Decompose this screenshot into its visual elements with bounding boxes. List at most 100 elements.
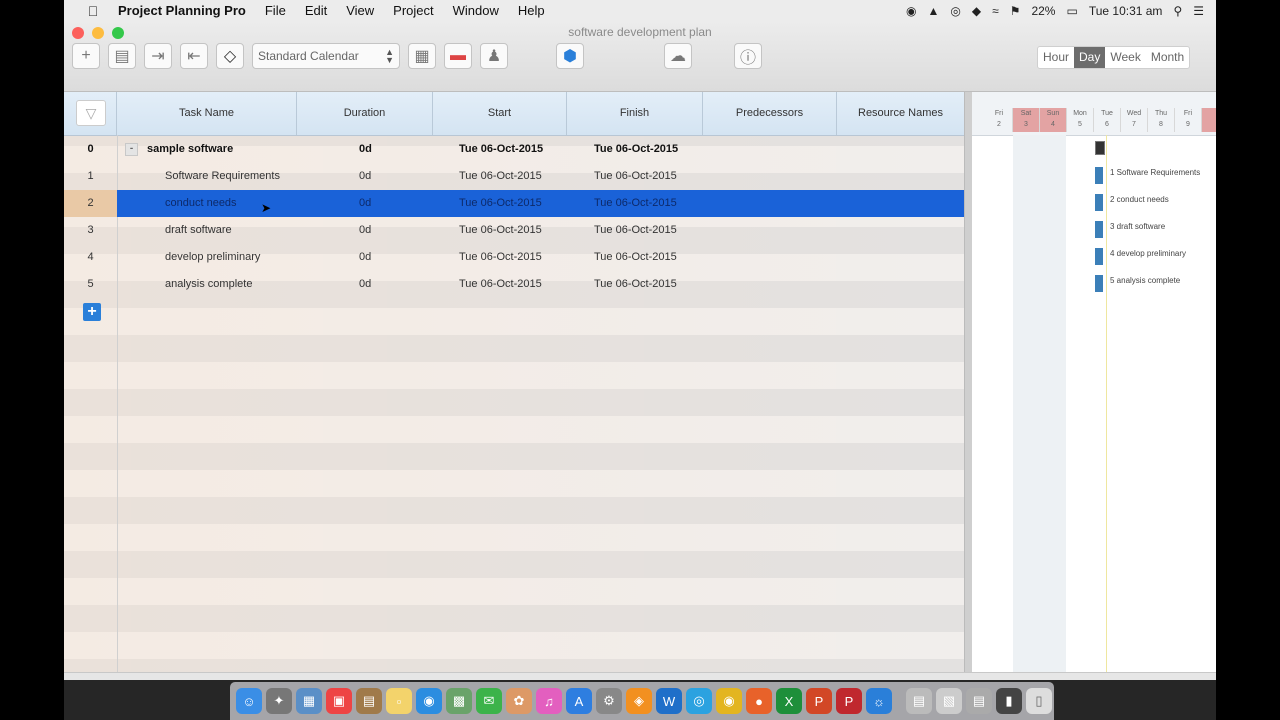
task-start[interactable]: Tue 06-Oct-2015	[459, 271, 542, 298]
col-duration[interactable]: Duration	[297, 92, 433, 135]
project-planning-pro-icon[interactable]: P	[836, 688, 862, 714]
powerpoint-icon[interactable]: P	[806, 688, 832, 714]
wifi-icon[interactable]: ≈	[992, 4, 999, 18]
task-finish[interactable]: Tue 06-Oct-2015	[594, 217, 677, 244]
excel-icon[interactable]: X	[776, 688, 802, 714]
record-icon[interactable]: ◎	[950, 4, 960, 18]
task-name[interactable]: Software Requirements	[165, 163, 280, 190]
gantt-bar[interactable]	[1095, 167, 1103, 184]
task-finish[interactable]: Tue 06-Oct-2015	[594, 190, 677, 217]
task-duration[interactable]: 0d	[359, 136, 372, 163]
table-row[interactable]: 1 Software Requirements 0d Tue 06-Oct-20…	[64, 163, 964, 190]
collapse-icon[interactable]: -	[125, 143, 138, 156]
task-finish[interactable]: Tue 06-Oct-2015	[594, 163, 677, 190]
menu-project[interactable]: Project	[393, 3, 433, 18]
task-name[interactable]: develop preliminary	[165, 244, 260, 271]
chrome-icon[interactable]: ◉	[716, 688, 742, 714]
vpn-icon[interactable]: ◆	[972, 4, 981, 18]
launchpad-icon[interactable]: ✦	[266, 688, 292, 714]
terminal-icon[interactable]: ▮	[996, 688, 1022, 714]
col-start[interactable]: Start	[433, 92, 567, 135]
spotlight-icon[interactable]: ⚲	[1173, 4, 1182, 18]
menu-help[interactable]: Help	[518, 3, 545, 18]
table-row[interactable]: 3 draft software 0d Tue 06-Oct-2015 Tue …	[64, 217, 964, 244]
col-predecessors[interactable]: Predecessors	[703, 92, 837, 135]
finder-icon[interactable]: ☺	[236, 688, 262, 714]
app-store-icon[interactable]: A	[566, 688, 592, 714]
table-row-selected[interactable]: 2 conduct needs 0d Tue 06-Oct-2015 Tue 0…	[64, 190, 964, 217]
messages-icon[interactable]: ✉	[476, 688, 502, 714]
system-preferences-icon[interactable]: ⚙	[596, 688, 622, 714]
clock[interactable]: Tue 10:31 am	[1089, 4, 1163, 18]
info-button[interactable]: ⓘ	[734, 43, 762, 69]
col-resource-names[interactable]: Resource Names	[837, 92, 964, 135]
col-task-name[interactable]: Task Name	[117, 92, 297, 135]
task-name[interactable]: draft software	[165, 217, 232, 244]
notification-center-icon[interactable]: ☰	[1193, 4, 1204, 18]
notes-app-icon[interactable]: ▤	[356, 688, 382, 714]
firefox-browser-icon[interactable]: ●	[746, 688, 772, 714]
task-start[interactable]: Tue 06-Oct-2015	[459, 190, 542, 217]
task-duration[interactable]: 0d	[359, 271, 371, 298]
table-row[interactable]: 4 develop preliminary 0d Tue 06-Oct-2015…	[64, 244, 964, 271]
task-start[interactable]: Tue 06-Oct-2015	[459, 244, 542, 271]
timescale-month[interactable]: Month	[1146, 47, 1189, 68]
milestone-button[interactable]: ◇	[216, 43, 244, 69]
critical-path-button[interactable]: ▬	[444, 43, 472, 69]
task-duration[interactable]: 0d	[359, 163, 371, 190]
task-duration[interactable]: 0d	[359, 217, 371, 244]
document-icon[interactable]: ▤	[906, 688, 932, 714]
app-menu[interactable]: Project Planning Pro	[118, 3, 246, 18]
firefox-icon[interactable]: ◈	[626, 688, 652, 714]
task-duration[interactable]: 0d	[359, 190, 371, 217]
calendar-select[interactable]: Standard Calendar ▲ ▼	[252, 43, 400, 69]
gantt-summary-bar[interactable]	[1095, 141, 1105, 155]
timescale-day[interactable]: Day	[1074, 47, 1106, 68]
task-start[interactable]: Tue 06-Oct-2015	[459, 163, 542, 190]
table-row[interactable]: 5 analysis complete 0d Tue 06-Oct-2015 T…	[64, 271, 964, 298]
add-task-button[interactable]: +	[72, 43, 100, 69]
indent-button[interactable]: ⇥	[144, 43, 172, 69]
word-icon[interactable]: W	[656, 688, 682, 714]
browser-icon[interactable]: ◎	[686, 688, 712, 714]
gantt-bar[interactable]	[1095, 221, 1103, 238]
filter-button[interactable]: ▽	[76, 100, 106, 126]
battery-percent[interactable]: 22%	[1031, 4, 1055, 18]
task-name[interactable]: sample software	[147, 136, 233, 163]
timescale-hour[interactable]: Hour	[1038, 47, 1074, 68]
resources-button[interactable]: ♟	[480, 43, 508, 69]
task-name[interactable]: conduct needs	[165, 190, 237, 217]
menu-window[interactable]: Window	[453, 3, 499, 18]
calendar-app-icon[interactable]: ▣	[326, 688, 352, 714]
notification-icon[interactable]: ▲	[927, 4, 939, 18]
network-icon[interactable]: ☼	[866, 688, 892, 714]
task-finish[interactable]: Tue 06-Oct-2015	[594, 244, 677, 271]
menu-view[interactable]: View	[346, 3, 374, 18]
apple-icon[interactable]: 	[82, 3, 104, 19]
table-row[interactable]: 0 - sample software 0d Tue 06-Oct-2015 T…	[64, 136, 964, 163]
task-duration[interactable]: 0d	[359, 244, 371, 271]
task-finish[interactable]: Tue 06-Oct-2015	[594, 271, 677, 298]
gantt-bar[interactable]	[1095, 194, 1103, 211]
task-start[interactable]: Tue 06-Oct-2015	[459, 217, 542, 244]
screenshot-icon[interactable]: ▤	[966, 688, 992, 714]
flag-icon[interactable]: ⚑	[1010, 4, 1021, 18]
stickies-icon[interactable]: ▫	[386, 688, 412, 714]
add-row-button[interactable]: +	[83, 303, 101, 321]
dropbox-button[interactable]: ⬢	[556, 43, 584, 69]
preview-icon[interactable]: ▩	[446, 688, 472, 714]
menu-edit[interactable]: Edit	[305, 3, 327, 18]
menu-file[interactable]: File	[265, 3, 286, 18]
downloads-icon[interactable]: ▧	[936, 688, 962, 714]
mission-control-icon[interactable]: ▦	[296, 688, 322, 714]
photos-icon[interactable]: ✿	[506, 688, 532, 714]
safari-icon[interactable]: ◉	[416, 688, 442, 714]
delete-task-button[interactable]: ▤	[108, 43, 136, 69]
timescale-week[interactable]: Week	[1105, 47, 1145, 68]
outdent-button[interactable]: ⇤	[180, 43, 208, 69]
gantt-bar[interactable]	[1095, 248, 1103, 265]
calendar-button[interactable]: ▦	[408, 43, 436, 69]
task-finish[interactable]: Tue 06-Oct-2015	[594, 136, 678, 163]
cloud-button[interactable]: ☁	[664, 43, 692, 69]
trash-can-icon[interactable]: ▯	[1026, 688, 1052, 714]
